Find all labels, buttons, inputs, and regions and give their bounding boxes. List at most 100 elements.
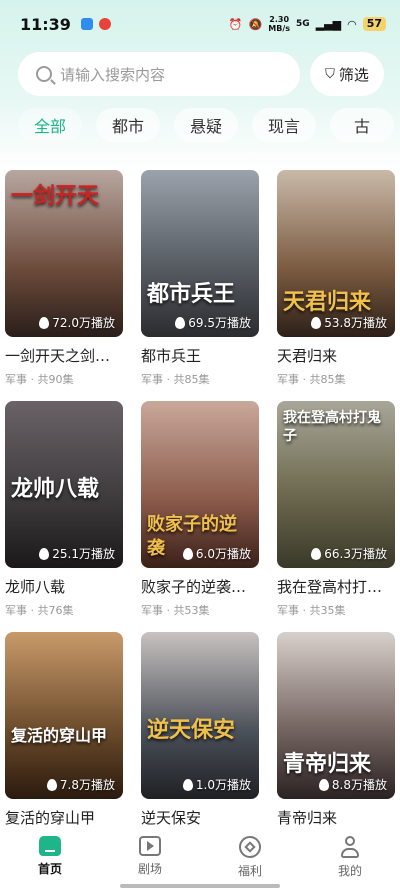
- drama-meta: 军事 · 共90集: [5, 373, 74, 386]
- fire-icon: [46, 778, 57, 791]
- nav-mine[interactable]: 我的: [300, 826, 400, 889]
- drama-title: 逆天保安: [141, 809, 202, 827]
- bottom-nav: 首页 剧场 福利 我的: [0, 826, 400, 889]
- network-type: 5G: [296, 19, 310, 29]
- fire-icon: [175, 316, 186, 329]
- nav-home-label: 首页: [37, 862, 62, 876]
- play-count: 72.0万播放: [39, 314, 115, 331]
- drama-meta: 军事 · 共76集: [5, 604, 74, 617]
- drama-meta: 军事 · 共85集: [277, 373, 346, 386]
- play-count: 69.5万播放: [175, 314, 251, 331]
- fire-icon: [39, 547, 50, 560]
- nav-theater-label: 剧场: [137, 862, 162, 876]
- fire-icon: [182, 547, 193, 560]
- mute-icon: 🔕: [248, 17, 263, 31]
- fire-icon: [311, 316, 322, 329]
- play-count: 7.8万播放: [46, 776, 115, 793]
- drama-card[interactable]: 青帝归来 8.8万播放 青帝归来: [277, 632, 395, 828]
- play-count: 53.8万播放: [311, 314, 387, 331]
- battery-level: 57: [362, 17, 386, 31]
- poster-title: 一剑开天: [11, 183, 100, 209]
- tab-modern-romance[interactable]: 现言: [252, 108, 317, 142]
- netease-icon: [98, 18, 111, 30]
- fire-icon: [318, 778, 329, 791]
- play-count: 66.3万播放: [311, 545, 387, 562]
- drama-title: 青帝归来: [277, 809, 338, 827]
- search-input[interactable]: 请输入搜索内容: [18, 52, 300, 96]
- app-notification-icon: [80, 18, 93, 30]
- theater-icon: [139, 836, 161, 856]
- drama-title: 复活的穿山甲: [5, 809, 96, 827]
- category-tabs: 全部 都市 悬疑 现言 古: [18, 108, 395, 142]
- play-count: 1.0万播放: [182, 776, 251, 793]
- home-icon: [39, 836, 61, 856]
- network-speed: 2.30 MB/s: [268, 15, 290, 33]
- poster-title: 天君归来: [283, 289, 372, 315]
- drama-card[interactable]: 龙帅八载 25.1万播放 龙师八载 军事 · 共76集: [5, 401, 123, 618]
- drama-poster[interactable]: 龙帅八载 25.1万播放: [5, 401, 123, 568]
- status-right: ⏰ 🔕 2.30 MB/s 5G ▂▄▆ ◠ 57: [229, 15, 386, 33]
- drama-title: 龙师八载: [5, 578, 66, 596]
- poster-title: 都市兵王: [147, 281, 236, 307]
- speed-unit: MB/s: [268, 24, 291, 33]
- drama-poster[interactable]: 一剑开天 72.0万播放: [5, 170, 123, 337]
- search-row: 请输入搜索内容 ⛉ 筛选: [18, 52, 384, 96]
- filter-button[interactable]: ⛉ 筛选: [310, 52, 384, 96]
- drama-card[interactable]: 败家子的逆袭 6.0万播放 败家子的逆袭… 军事 · 共53集: [141, 401, 259, 618]
- drama-card[interactable]: 都市兵王 69.5万播放 都市兵王 军事 · 共85集: [141, 170, 259, 387]
- tab-all[interactable]: 全部: [18, 108, 83, 142]
- nav-mine-label: 我的: [337, 864, 362, 878]
- play-count: 8.8万播放: [318, 776, 387, 793]
- home-indicator: [120, 884, 280, 888]
- filter-label: 筛选: [338, 65, 369, 84]
- nav-home[interactable]: 首页: [0, 826, 100, 889]
- nav-theater[interactable]: 剧场: [100, 826, 200, 889]
- tab-ancient[interactable]: 古: [330, 108, 395, 142]
- status-time: 11:39: [20, 14, 71, 34]
- drama-poster[interactable]: 复活的穿山甲 7.8万播放: [5, 632, 123, 799]
- notification-icons: [80, 18, 111, 30]
- wifi-icon: ◠: [347, 17, 357, 31]
- status-bar: 11:39 ⏰ 🔕 2.30 MB/s 5G ▂▄▆ ◠ 57: [0, 0, 400, 48]
- drama-meta: 军事 · 共85集: [141, 373, 210, 386]
- play-count: 25.1万播放: [39, 545, 115, 562]
- fire-icon: [182, 778, 193, 791]
- drama-title: 一剑开天之剑…: [5, 347, 111, 365]
- fire-icon: [39, 316, 50, 329]
- drama-poster[interactable]: 天君归来 53.8万播放: [277, 170, 395, 337]
- tab-suspense[interactable]: 悬疑: [174, 108, 239, 142]
- drama-poster[interactable]: 逆天保安 1.0万播放: [141, 632, 259, 799]
- drama-title: 天君归来: [277, 347, 338, 365]
- alarm-icon: ⏰: [228, 17, 243, 31]
- poster-title: 龙帅八载: [11, 476, 100, 502]
- search-placeholder: 请输入搜索内容: [60, 65, 166, 84]
- nav-welfare-label: 福利: [237, 864, 262, 878]
- search-icon: [36, 66, 52, 82]
- drama-meta: 军事 · 共35集: [277, 604, 346, 617]
- drama-title: 都市兵王: [141, 347, 202, 365]
- poster-title: 逆天保安: [147, 717, 236, 743]
- drama-poster[interactable]: 青帝归来 8.8万播放: [277, 632, 395, 799]
- filter-icon: ⛉: [325, 66, 335, 82]
- drama-card[interactable]: 我在登高村打鬼子 66.3万播放 我在登高村打… 军事 · 共35集: [277, 401, 395, 618]
- drama-poster[interactable]: 我在登高村打鬼子 66.3万播放: [277, 401, 395, 568]
- poster-title: 复活的穿山甲: [11, 726, 108, 745]
- drama-meta: 军事 · 共53集: [141, 604, 210, 617]
- tab-urban[interactable]: 都市: [96, 108, 161, 142]
- drama-title: 我在登高村打…: [277, 578, 383, 596]
- poster-title: 我在登高村打鬼子: [283, 410, 381, 444]
- fire-icon: [311, 547, 322, 560]
- profile-icon: [339, 836, 361, 858]
- drama-poster[interactable]: 败家子的逆袭 6.0万播放: [141, 401, 259, 568]
- play-count: 6.0万播放: [182, 545, 251, 562]
- drama-poster[interactable]: 都市兵王 69.5万播放: [141, 170, 259, 337]
- drama-card[interactable]: 一剑开天 72.0万播放 一剑开天之剑… 军事 · 共90集: [5, 170, 123, 387]
- speed-value: 2.30: [269, 15, 290, 24]
- drama-card[interactable]: 逆天保安 1.0万播放 逆天保安: [141, 632, 259, 828]
- welfare-icon: [239, 836, 261, 858]
- drama-card[interactable]: 天君归来 53.8万播放 天君归来 军事 · 共85集: [277, 170, 395, 387]
- signal-icon: ▂▄▆: [315, 17, 342, 31]
- drama-card[interactable]: 复活的穿山甲 7.8万播放 复活的穿山甲: [5, 632, 123, 828]
- nav-welfare[interactable]: 福利: [200, 826, 300, 889]
- drama-title: 败家子的逆袭…: [141, 578, 247, 596]
